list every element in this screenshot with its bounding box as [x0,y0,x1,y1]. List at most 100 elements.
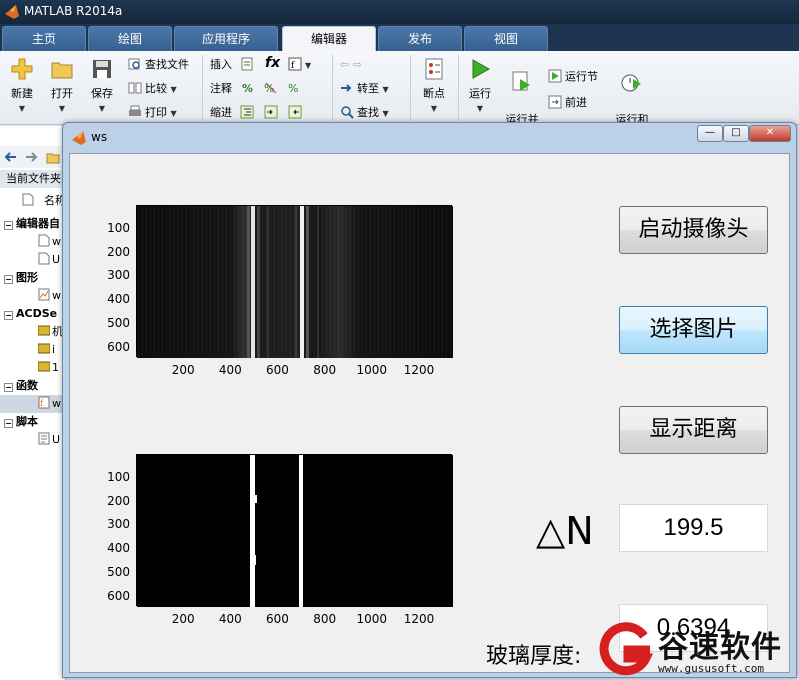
ws-figure-window: ws — □ ✕ 100 200 300 400 500 600 200 400… [62,122,797,678]
tab-editor[interactable]: 编辑器 [282,26,376,51]
glass-thickness-label: 玻璃厚度: [486,644,582,669]
goto-arrow-icon [341,84,352,92]
find-files-button[interactable]: 查找文件 [128,55,189,75]
goto-button[interactable]: 转至 ▼ [340,79,389,99]
image-file-icon [38,361,50,372]
back-arrow-icon[interactable] [4,150,18,164]
run-button[interactable]: 运行 ▼ [460,57,500,114]
y-tick-label: 200 [107,244,130,259]
ribbon-tabstrip: 主页 绘图 应用程序 编辑器 发布 视图 [0,24,799,51]
list-item[interactable]: i [0,341,66,359]
minimize-button[interactable]: — [697,125,723,142]
list-item[interactable]: fw [0,395,66,413]
image-axes-original[interactable] [136,205,453,358]
function-file-icon: f [38,396,50,409]
tree-group-scripts[interactable]: − 脚本 [0,413,66,431]
x-tick-label: 1200 [403,612,435,626]
search-icon [341,106,354,119]
watermark-url: www.gususoft.com [658,662,764,675]
print-button[interactable]: 打印 ▼ [128,103,177,123]
matlab-titlebar: MATLAB R2014a [0,0,799,24]
comment-percent-button[interactable]: % [242,79,253,99]
y-tick-label: 600 [107,588,130,603]
compare-button[interactable]: 比较 ▼ [128,79,177,99]
x-tick-label: 1200 [403,363,435,377]
insert-button[interactable]: 插入 [210,55,232,75]
breakpoints-button[interactable]: 断点 ▼ [414,57,454,114]
list-item[interactable]: w [0,233,66,251]
new-button[interactable]: 新建 ▼ [2,57,42,114]
show-distance-button[interactable]: 显示距离 [619,406,768,454]
list-item[interactable]: 1 [0,359,66,377]
wrap-comments-icon[interactable]: % [288,79,305,99]
list-item[interactable]: 机 [0,323,66,341]
start-camera-button[interactable]: 启动摄像头 [619,206,768,254]
maximize-button[interactable]: □ [723,125,749,142]
app-title: MATLAB R2014a [24,4,123,18]
tree-group-editor[interactable]: − 编辑器自 [0,215,66,233]
delta-n-label: △N [536,509,594,553]
floppy-icon [93,60,111,78]
tree-group-figures[interactable]: − 图形 [0,269,66,287]
delta-n-value[interactable]: 199.5 [619,504,768,552]
tab-apps[interactable]: 应用程序 [174,26,278,51]
file-icon [38,234,50,247]
tab-view[interactable]: 视图 [464,26,548,51]
y-tick-label: 100 [107,469,130,484]
ribbon-separator [458,55,459,121]
y-tick-label: 500 [107,564,130,579]
matlab-logo-icon [5,5,19,19]
stopwatch-icon [621,74,641,92]
x-tick-label: 600 [266,612,289,626]
ribbon-separator [332,55,333,121]
figure-file-icon [38,288,50,301]
y-tick-label: 200 [107,493,130,508]
script-file-icon [38,432,50,445]
open-button[interactable]: 打开 ▼ [42,57,82,114]
image-file-icon [38,343,50,354]
watermark-text: 谷速软件 [658,630,782,665]
list-item[interactable]: U [0,431,66,449]
name-column-header[interactable]: 名称 [0,192,66,210]
run-section-button[interactable]: 运行节 [548,67,598,87]
tab-publish[interactable]: 发布 [378,26,462,51]
fx-button[interactable]: fx [265,53,280,73]
fringe-image-original [137,206,453,358]
function-browser-icon[interactable]: f ▼ [288,55,311,75]
increase-indent-icon[interactable] [264,103,281,123]
decrease-indent-icon[interactable] [288,103,305,123]
list-item[interactable]: w [0,287,66,305]
tab-home[interactable]: 主页 [2,26,86,51]
select-image-button[interactable]: 选择图片 [619,306,768,354]
find-button[interactable]: 查找 ▼ [340,103,389,123]
smart-indent-icon[interactable] [240,103,257,123]
printer-icon [129,105,141,116]
uncomment-icon[interactable]: % [264,79,281,99]
folder-navbar [0,146,66,168]
list-item[interactable]: U [0,251,66,269]
indent-button[interactable]: 缩进 [210,103,232,123]
breakpoint-icon [425,58,443,80]
save-button[interactable]: 保存 ▼ [82,57,122,114]
ribbon-separator [202,55,203,121]
svg-text:%: % [264,82,274,95]
x-tick-label: 800 [313,612,337,626]
svg-text:%: % [288,82,298,95]
forward-arrow-icon[interactable] [24,150,38,164]
comment-button[interactable]: 注释 [210,79,232,99]
file-icon [38,252,50,265]
close-button[interactable]: ✕ [749,125,791,142]
advance-button[interactable]: 前进 [548,93,587,113]
tab-plots[interactable]: 绘图 [88,26,172,51]
back-forward-arrows-icon[interactable]: ⇦ ⇨ [340,55,362,75]
insert-section-icon[interactable] [240,55,257,75]
image-axes-binary[interactable] [136,454,453,607]
tree-group-functions[interactable]: − 函数 [0,377,66,395]
tree-group-acdsee[interactable]: − ACDSe [0,305,66,323]
x-tick-label: 200 [171,363,195,377]
figure-titlebar[interactable]: ws — □ ✕ [63,123,796,151]
figure-title: ws [91,130,108,144]
folder-up-icon[interactable] [46,150,60,164]
x-tick-label: 200 [171,612,195,626]
matlab-logo-icon [72,131,86,145]
